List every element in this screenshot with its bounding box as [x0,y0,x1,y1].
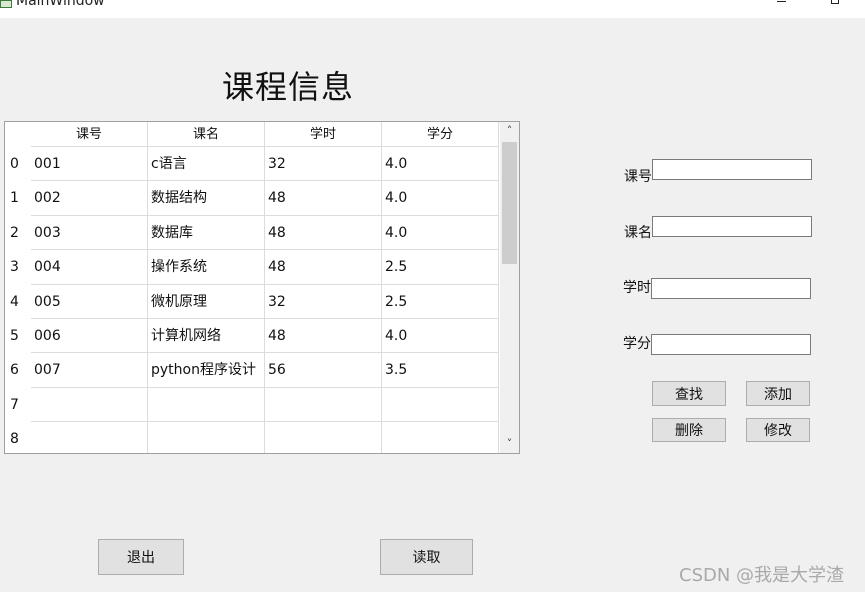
table-cell[interactable]: 4.0 [382,319,499,354]
table-cell[interactable]: 4.0 [382,181,499,216]
column-header[interactable]: 学分 [382,122,499,147]
course-name-input[interactable] [652,216,812,237]
table-cell[interactable] [148,387,265,423]
table-cell[interactable]: 2.5 [382,250,499,285]
course-id-input[interactable] [652,159,812,180]
table-cell[interactable] [382,387,499,423]
app-icon [0,0,12,8]
table-cell[interactable]: 4.0 [382,215,499,251]
table-cell[interactable]: 003 [31,215,148,251]
page-title: 课程信息 [222,68,355,106]
row-header[interactable]: 6 [5,353,31,387]
credits-input[interactable] [651,334,811,355]
column-header[interactable]: 课名 [148,122,265,147]
row-header[interactable]: 8 [5,422,31,453]
row-header[interactable]: 2 [5,216,31,250]
row-header[interactable]: 7 [5,388,31,422]
course-id-label: 课号 [624,169,652,185]
table-cell[interactable]: 002 [31,181,148,216]
table-cell[interactable] [382,422,499,453]
table-cell[interactable]: 计算机网络 [148,319,265,354]
row-header[interactable]: 1 [5,181,31,215]
maximize-icon[interactable] [829,0,843,8]
row-header[interactable]: 3 [5,250,31,284]
window-title: MainWindow [16,0,105,9]
table-cell[interactable]: 32 [265,147,382,182]
add-button[interactable]: 添加 [746,381,810,406]
column-header[interactable]: 学时 [265,122,382,147]
table-cell[interactable] [31,422,148,453]
table-cell[interactable]: 48 [265,250,382,285]
read-button[interactable]: 读取 [380,539,473,575]
table-cell[interactable]: 操作系统 [148,250,265,285]
column-header[interactable]: 课号 [31,122,148,147]
table-cell[interactable] [265,387,382,423]
search-button[interactable]: 查找 [652,381,726,406]
table-cell[interactable]: 48 [265,215,382,251]
exit-button[interactable]: 退出 [98,539,184,575]
table-cell[interactable]: 48 [265,319,382,354]
table-cell[interactable]: python程序设计 [148,353,265,388]
table-cell[interactable]: 007 [31,353,148,388]
table-cell[interactable]: 4.0 [382,147,499,182]
watermark: CSDN @我是大学渣 [679,565,845,586]
minimize-icon[interactable] [775,0,789,8]
hours-label: 学时 [623,280,651,296]
course-table[interactable]: 课号 课名 学时 学分 0 001 c语言 32 4.0 1 002 数据结构 48 4.0 2 003 数据库… [4,121,520,454]
vertical-scrollbar[interactable]: ˄ ˅ [500,122,519,453]
hours-input[interactable] [651,278,811,299]
table-cell[interactable]: 48 [265,181,382,216]
scroll-down-icon[interactable]: ˅ [500,435,519,453]
table-cell[interactable]: 005 [31,284,148,319]
title-bar: MainWindow [0,0,865,18]
table-cell[interactable] [148,422,265,453]
modify-button[interactable]: 修改 [746,418,810,442]
table-cell[interactable]: 004 [31,250,148,285]
credits-label: 学分 [623,336,651,352]
table-cell[interactable] [31,387,148,423]
row-header[interactable]: 5 [5,319,31,353]
table-cell[interactable]: 56 [265,353,382,388]
table-corner [5,122,31,147]
row-header[interactable]: 4 [5,285,31,319]
table-cell[interactable]: c语言 [148,147,265,182]
table-cell[interactable]: 数据库 [148,215,265,251]
delete-button[interactable]: 删除 [652,418,726,442]
course-name-label: 课名 [624,225,652,241]
table-cell[interactable]: 3.5 [382,353,499,388]
table-cell[interactable] [265,422,382,453]
table-cell[interactable]: 数据结构 [148,181,265,216]
table-cell[interactable]: 微机原理 [148,284,265,319]
scrollbar-thumb[interactable] [502,142,517,264]
table-cell[interactable]: 32 [265,284,382,319]
row-header[interactable]: 0 [5,147,31,181]
table-cell[interactable]: 001 [31,147,148,182]
table-cell[interactable]: 2.5 [382,284,499,319]
scroll-up-icon[interactable]: ˄ [500,122,519,140]
table-cell[interactable]: 006 [31,319,148,354]
